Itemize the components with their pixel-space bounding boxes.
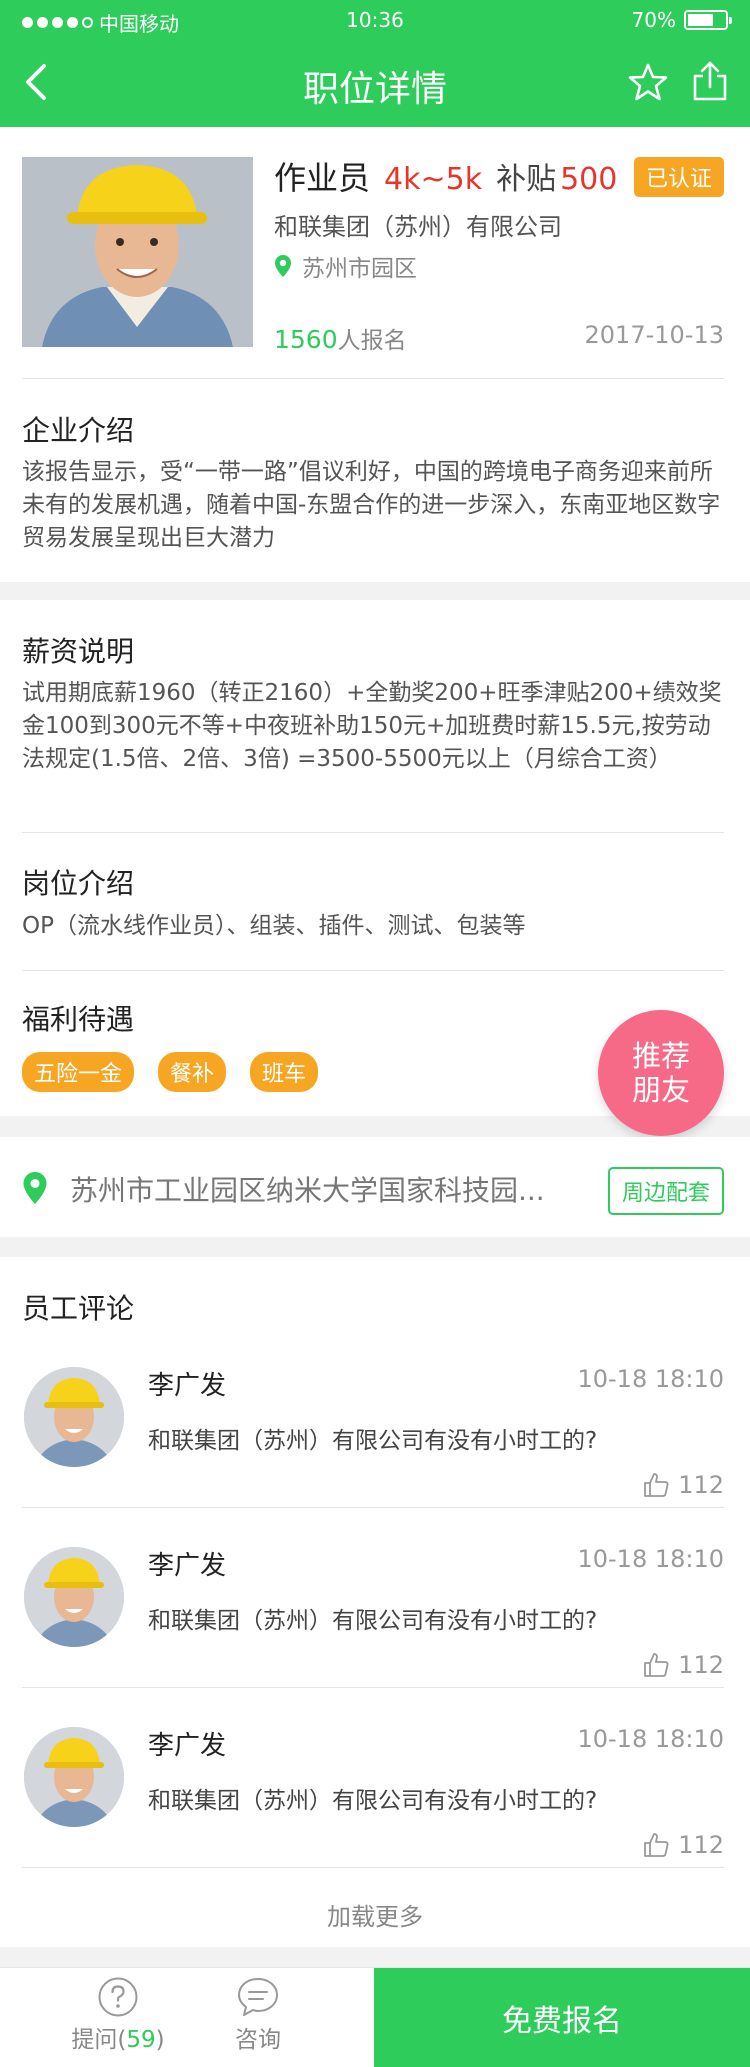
address-card[interactable]: 苏州市工业园区纳米大学国家科技园... 周边配套 (0, 1137, 750, 1237)
thumbs-up-icon (644, 1473, 669, 1497)
avatar (24, 1547, 124, 1647)
consult-button[interactable]: 咨询 (198, 1976, 318, 2054)
subsidy-label: 补贴 (496, 162, 557, 197)
ask-count: 59 (126, 2027, 156, 2053)
divider (22, 378, 724, 379)
salary-text: 试用期底薪1960（转正2160）+全勤奖200+旺季津贴200+绩效奖金100… (22, 680, 722, 772)
salary-title: 薪资说明 (22, 635, 135, 668)
question-icon (98, 1977, 138, 2017)
chat-bubble-icon (238, 1978, 278, 2016)
share-button[interactable] (690, 60, 730, 102)
review-time: 10-18 18:10 (577, 1365, 724, 1393)
job-location: 苏州市园区 (274, 249, 417, 283)
address-pin-icon (22, 1171, 48, 1209)
status-bar: 中国移动 10:36 70% (0, 0, 750, 40)
location-text: 苏州市园区 (302, 256, 417, 282)
recommend-friend-button[interactable]: 推荐 朋友 (598, 1010, 724, 1136)
ask-label-close: ) (155, 2027, 165, 2053)
divider (22, 1687, 724, 1688)
divider (22, 970, 724, 971)
position-title: 岗位介绍 (22, 867, 135, 900)
like-button[interactable]: 112 (642, 1831, 724, 1859)
review-time: 10-18 18:10 (577, 1725, 724, 1753)
benefit-tag: 班车 (250, 1052, 319, 1092)
job-title-row: 作业员 4k~5k 补贴 500 (274, 153, 617, 199)
benefit-tag: 五险一金 (22, 1052, 135, 1092)
company-intro-text: 该报告显示，受“一带一路”倡议利好，中国的跨境电子商务迎来前所未有的发展机遇，随… (22, 459, 721, 551)
divider (22, 1507, 724, 1508)
review-item: 李广发 10-18 18:10 和联集团（苏州）有限公司有没有小时工的? 112 (0, 1709, 750, 1889)
divider (22, 832, 724, 833)
company-intro-title: 企业介绍 (22, 414, 135, 447)
benefit-tags: 五险一金 餐补 班车 (22, 1052, 319, 1092)
nearby-button[interactable]: 周边配套 (607, 1167, 724, 1215)
nav-bar: 职位详情 (0, 40, 750, 127)
like-count: 112 (678, 1651, 724, 1679)
bottom-action-bar: 提问(59) 咨询 免费报名 (0, 1967, 750, 2067)
address-text: 苏州市工业园区纳米大学国家科技园... (70, 1174, 545, 1207)
benefit-tag: 餐补 (158, 1052, 227, 1092)
subsidy-value: 500 (560, 162, 618, 197)
ask-label: 提问( (71, 2027, 127, 2053)
share-icon (693, 61, 727, 101)
review-text: 和联集团（苏州）有限公司有没有小时工的? (148, 1788, 598, 1814)
thumbs-up-icon (644, 1653, 669, 1677)
battery-percent: 70% (631, 8, 676, 32)
review-item: 李广发 10-18 18:10 和联集团（苏州）有限公司有没有小时工的? 112 (0, 1529, 750, 1709)
like-count: 112 (678, 1831, 724, 1859)
recommend-label-line2: 朋友 (631, 1073, 690, 1107)
job-photo (22, 157, 253, 347)
review-text: 和联集团（苏州）有限公司有没有小时工的? (148, 1608, 598, 1634)
reviews-card: 员工评论 李广发 10-18 18:10 和联集团（苏州）有限公司有没有小时工的… (0, 1257, 750, 1947)
apply-count: 1560人报名 (274, 321, 407, 355)
review-author: 李广发 (148, 1731, 227, 1761)
top-header: 中国移动 10:36 70% 职位详情 (0, 0, 750, 127)
review-item: 李广发 10-18 18:10 和联集团（苏州）有限公司有没有小时工的? 112 (0, 1349, 750, 1529)
reviews-title: 员工评论 (22, 1292, 135, 1325)
company-name: 和联集团（苏州）有限公司 (274, 213, 562, 241)
apply-count-suffix: 人报名 (337, 328, 407, 354)
position-text: OP（流水线作业员）、组装、插件、测试、包装等 (22, 913, 526, 939)
load-more-button[interactable]: 加载更多 (0, 1897, 750, 1932)
benefits-title: 福利待遇 (22, 1003, 135, 1036)
recommend-label-line1: 推荐 (631, 1039, 690, 1073)
avatar (24, 1727, 124, 1827)
star-icon (628, 63, 668, 101)
post-date: 2017-10-13 (584, 321, 724, 349)
review-text: 和联集团（苏州）有限公司有没有小时工的? (148, 1428, 598, 1454)
favorite-button[interactable] (628, 62, 668, 102)
avatar (24, 1367, 124, 1467)
review-author: 李广发 (148, 1371, 227, 1401)
job-salary: 4k~5k (384, 162, 483, 197)
ask-button[interactable]: 提问(59) (58, 1976, 178, 2054)
review-author: 李广发 (148, 1551, 227, 1581)
review-time: 10-18 18:10 (577, 1545, 724, 1573)
job-card: 作业员 4k~5k 补贴 500 已认证 和联集团（苏州）有限公司 苏州市园区 … (0, 127, 750, 582)
job-title: 作业员 (274, 159, 371, 197)
battery-icon (684, 10, 732, 30)
consult-label: 咨询 (235, 2027, 281, 2053)
apply-count-number: 1560 (274, 325, 338, 354)
battery-group: 70% (631, 8, 732, 32)
divider (22, 1867, 724, 1868)
like-count: 112 (678, 1471, 724, 1499)
location-pin-icon (275, 255, 291, 277)
like-button[interactable]: 112 (642, 1471, 724, 1499)
free-signup-button[interactable]: 免费报名 (374, 1968, 750, 2067)
certified-badge: 已认证 (633, 157, 724, 197)
like-button[interactable]: 112 (642, 1651, 724, 1679)
thumbs-up-icon (644, 1833, 669, 1857)
